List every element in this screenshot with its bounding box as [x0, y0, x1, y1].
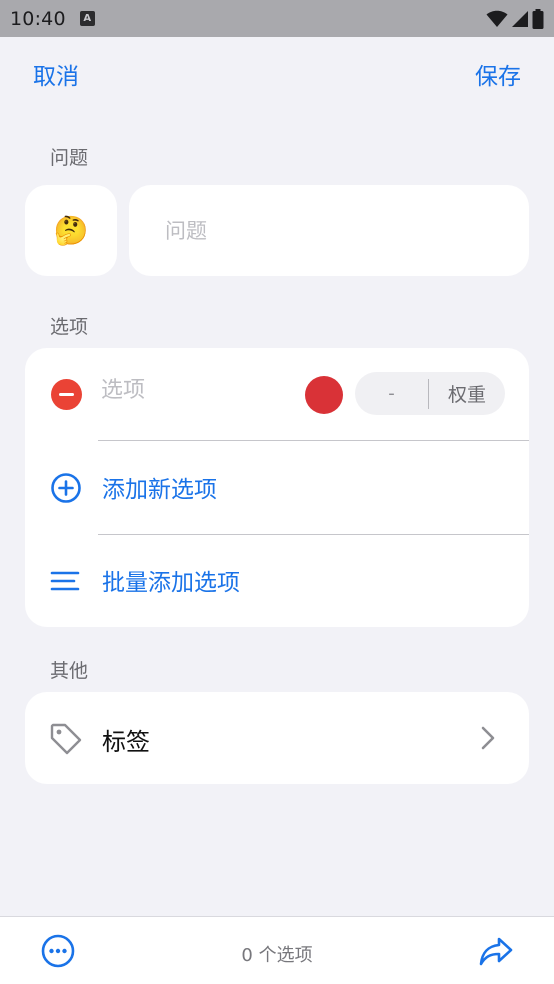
weight-value-input[interactable]: - [355, 383, 428, 404]
tag-icon [50, 723, 82, 755]
share-arrow-icon[interactable] [478, 934, 514, 968]
chevron-right-icon [481, 726, 495, 750]
question-input[interactable] [165, 218, 495, 243]
weight-field: - 权重 [355, 372, 505, 415]
add-option-label: 添加新选项 [102, 477, 217, 503]
cancel-button[interactable]: 取消 [33, 57, 79, 91]
batch-add-options-label: 批量添加选项 [102, 570, 240, 596]
batch-add-options-button[interactable]: 批量添加选项 [25, 534, 529, 627]
weight-label: 权重 [447, 384, 486, 406]
options-card: - 权重 添加新选项 批量添加选项 [25, 348, 529, 627]
options-section-label: 选项 [50, 316, 89, 338]
lines-list-icon [50, 571, 80, 591]
tags-row[interactable]: 标签 [25, 692, 529, 784]
wifi-icon [486, 10, 508, 27]
status-time: 10:40 [10, 7, 66, 30]
status-icons [486, 8, 544, 29]
option-color-swatch[interactable] [305, 376, 343, 414]
option-row: - 权重 [25, 348, 529, 441]
thinking-face-emoji-icon: 🤔 [53, 214, 89, 247]
options-count: 0 个选项 [241, 945, 313, 966]
tags-label: 标签 [102, 728, 150, 756]
save-button[interactable]: 保存 [475, 57, 521, 91]
remove-option-button[interactable] [51, 379, 82, 410]
other-section-label: 其他 [50, 660, 89, 682]
keyboard-badge-icon: A [79, 11, 95, 26]
signal-icon [512, 10, 528, 27]
edit-question-screen: 10:40 A 取消 保存 问题 🤔 选项 [0, 0, 554, 984]
question-section-label: 问题 [50, 147, 89, 169]
battery-icon [532, 8, 544, 29]
status-bar: 10:40 A [0, 0, 554, 37]
add-option-button[interactable]: 添加新选项 [25, 441, 529, 534]
question-field-card [129, 185, 529, 276]
bottom-toolbar: 0 个选项 [0, 916, 554, 984]
option-input[interactable] [101, 378, 291, 403]
plus-circle-icon [51, 473, 81, 503]
emoji-picker-button[interactable]: 🤔 [25, 185, 117, 276]
